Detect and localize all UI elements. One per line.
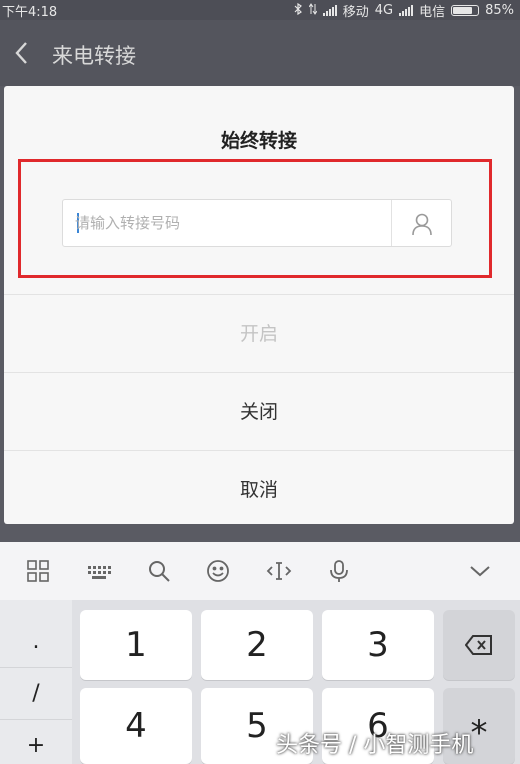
signal-icon [322, 5, 337, 16]
emoji-icon[interactable] [205, 558, 231, 584]
app-bar: 来电转接 [0, 20, 520, 86]
battery-percent: 85% [485, 3, 514, 18]
cancel-button[interactable]: 取消 [4, 450, 514, 528]
symbol-column: . / + [0, 600, 72, 764]
back-arrow-icon[interactable] [12, 40, 32, 66]
status-bar: 下午4:18 移动 4G 电信 85% [0, 0, 520, 20]
carrier1-label: 移动 [342, 5, 369, 20]
contact-picker-button[interactable] [391, 200, 451, 246]
key-4[interactable]: 4 [80, 688, 192, 764]
status-time: 下午4:18 [2, 5, 58, 20]
battery-icon [451, 5, 480, 16]
carrier2-label: 电信 [419, 5, 446, 20]
number-field [62, 199, 452, 247]
delete-key[interactable] [443, 610, 515, 680]
cursor-icon[interactable] [266, 558, 292, 584]
microphone-icon[interactable] [326, 558, 352, 584]
enable-button[interactable]: 开启 [4, 294, 514, 372]
person-icon [412, 213, 432, 236]
data-arrows-icon [308, 2, 318, 19]
search-icon[interactable] [146, 558, 172, 584]
key-plus[interactable]: + [0, 720, 72, 764]
grid-icon[interactable] [25, 558, 51, 584]
key-1[interactable]: 1 [80, 610, 192, 680]
keyboard-icon[interactable] [86, 558, 112, 584]
key-dot[interactable]: . [0, 616, 72, 668]
dialog-title: 始终转接 [220, 130, 297, 152]
disable-button[interactable]: 关闭 [4, 372, 514, 450]
bluetooth-icon [294, 2, 303, 19]
watermark: 头条号 / 小智测手机 [276, 733, 474, 758]
status-icons: 移动 4G 电信 85% [294, 1, 514, 20]
collapse-icon[interactable] [467, 558, 493, 584]
network-type-label: 4G [374, 3, 394, 18]
forward-dialog: 始终转接 开启 关闭 取消 [4, 86, 514, 524]
key-3[interactable]: 3 [322, 610, 434, 680]
key-2[interactable]: 2 [201, 610, 313, 680]
keyboard-toolbar [0, 542, 520, 600]
backspace-icon [465, 635, 492, 655]
forward-number-input[interactable] [75, 200, 385, 246]
page-title: 来电转接 [52, 44, 136, 68]
key-slash[interactable]: / [0, 668, 72, 720]
signal-icon-2 [399, 5, 414, 16]
